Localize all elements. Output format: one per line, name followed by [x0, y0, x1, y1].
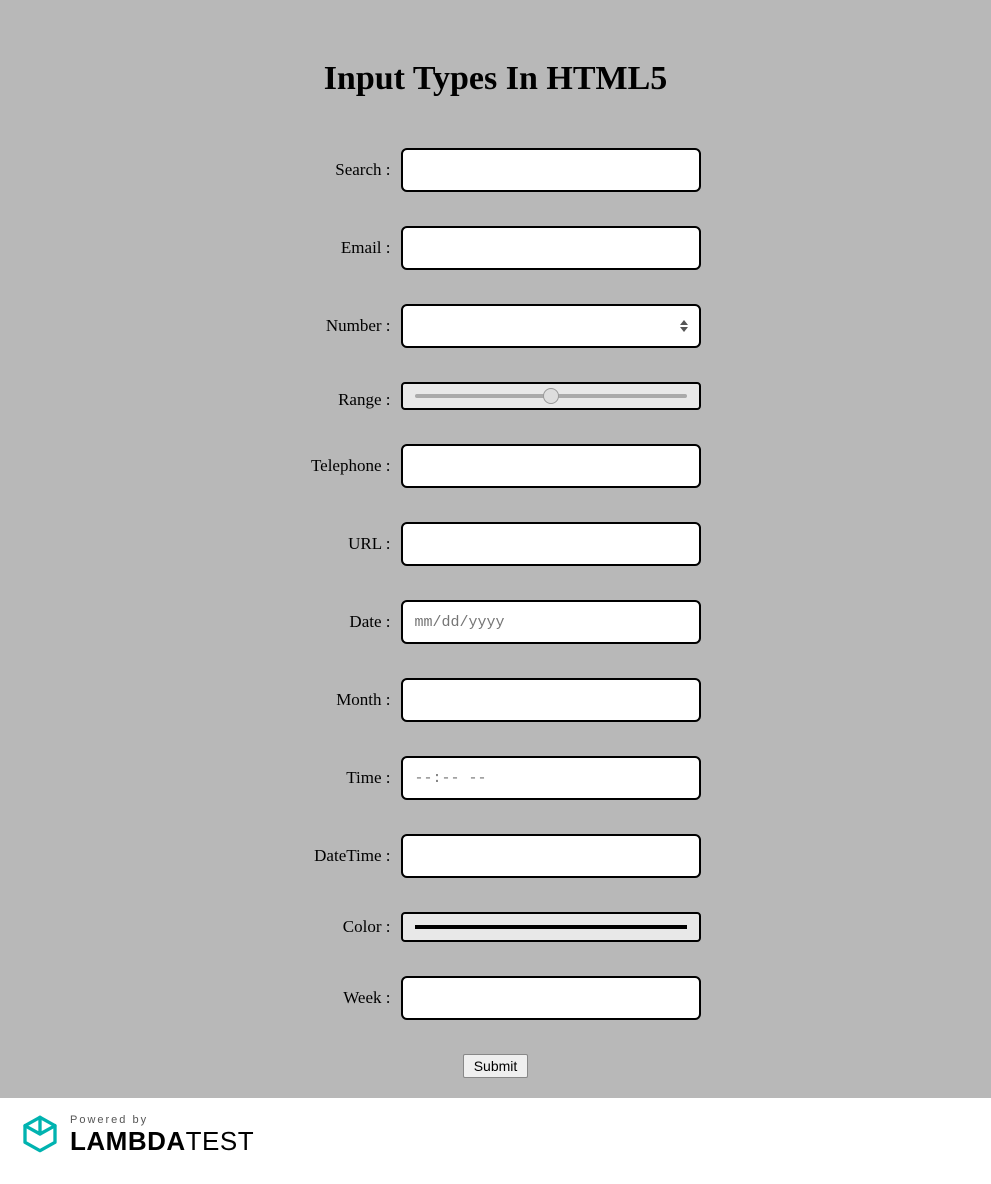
row-week: Week : [146, 976, 846, 1020]
number-input[interactable] [401, 304, 701, 348]
time-input[interactable] [401, 756, 701, 800]
row-date: Date : [146, 600, 846, 644]
email-input[interactable] [401, 226, 701, 270]
range-track [415, 394, 687, 398]
color-input[interactable] [401, 912, 701, 942]
brand-light: TEST [186, 1126, 254, 1156]
row-search: Search : [146, 148, 846, 192]
label-date: Date : [291, 612, 401, 632]
spinner-down-icon [680, 327, 688, 332]
row-time: Time : [146, 756, 846, 800]
powered-by-label: Powered by [70, 1115, 254, 1126]
row-datetime: DateTime : [146, 834, 846, 878]
url-input[interactable] [401, 522, 701, 566]
submit-button[interactable]: Submit [463, 1054, 529, 1078]
form-content: Input Types In HTML5 Search : Email : Nu… [146, 60, 846, 1078]
row-number: Number : [146, 304, 846, 348]
logo-text: Powered by LAMBDATEST [70, 1115, 254, 1154]
datetime-input[interactable] [401, 834, 701, 878]
month-input[interactable] [401, 678, 701, 722]
label-email: Email : [291, 238, 401, 258]
page-title: Input Types In HTML5 [146, 60, 846, 98]
range-thumb-icon[interactable] [543, 388, 559, 404]
submit-row: Submit [146, 1054, 846, 1078]
label-url: URL : [291, 534, 401, 554]
label-week: Week : [291, 988, 401, 1008]
row-range: Range : [146, 382, 846, 410]
date-input[interactable] [401, 600, 701, 644]
brand-name: LAMBDATEST [70, 1128, 254, 1154]
label-datetime: DateTime : [291, 846, 401, 866]
telephone-input[interactable] [401, 444, 701, 488]
label-month: Month : [291, 690, 401, 710]
number-spinner-icon[interactable] [677, 317, 691, 335]
label-search: Search : [291, 160, 401, 180]
footer-logo: Powered by LAMBDATEST [20, 1114, 254, 1154]
page-container: Input Types In HTML5 Search : Email : Nu… [0, 0, 991, 1098]
row-telephone: Telephone : [146, 444, 846, 488]
range-input[interactable] [401, 382, 701, 410]
label-color: Color : [291, 917, 401, 937]
label-time: Time : [291, 768, 401, 788]
brand-bold: LAMBDA [70, 1126, 186, 1156]
row-color: Color : [146, 912, 846, 942]
row-url: URL : [146, 522, 846, 566]
row-email: Email : [146, 226, 846, 270]
week-input[interactable] [401, 976, 701, 1020]
footer: Powered by LAMBDATEST [0, 1098, 991, 1184]
label-range: Range : [291, 390, 401, 410]
color-swatch [415, 925, 687, 929]
spinner-up-icon [680, 320, 688, 325]
row-month: Month : [146, 678, 846, 722]
lambdatest-logo-icon [20, 1114, 60, 1154]
label-number: Number : [291, 316, 401, 336]
label-telephone: Telephone : [291, 456, 401, 476]
search-input[interactable] [401, 148, 701, 192]
